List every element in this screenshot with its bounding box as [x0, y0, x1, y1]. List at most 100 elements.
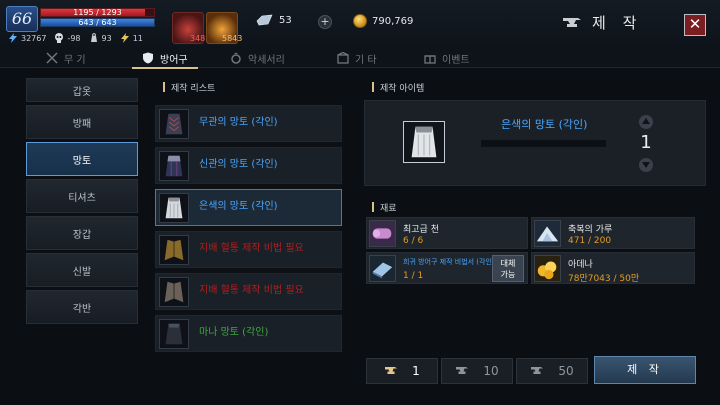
craft-item-bar [481, 140, 606, 147]
tab-armor-label: 방어구 [160, 54, 188, 66]
craft-item-header: 제작 아이템 [372, 78, 424, 96]
red-potion-count: 348 [190, 34, 206, 43]
orange-potion-count: 5843 [222, 34, 243, 43]
crystal-value: 53 [279, 14, 292, 26]
mp-bar: 643 / 643 [40, 18, 155, 27]
materials-title: 재료 [380, 203, 397, 214]
hp-text: 1195 / 1293 [73, 8, 122, 17]
category-shield[interactable]: 방패 [26, 105, 138, 139]
craft-item-title: 제작 아이템 [380, 83, 425, 94]
category-shield-label: 방패 [72, 118, 92, 130]
craft-button[interactable]: 제 작 [594, 356, 696, 384]
stat-weight: 93 [89, 33, 112, 43]
add-currency-button[interactable]: + [318, 15, 332, 29]
quantity-50-label: 50 [558, 364, 574, 378]
category-boots-label: 신발 [72, 266, 92, 278]
stat-karma-value: -98 [67, 33, 81, 43]
lightning-icon [9, 33, 17, 43]
recipe-name: 지배 혈통 제작 비법 필요 [199, 285, 304, 296]
category-tshirt[interactable]: 티셔츠 [26, 179, 138, 213]
recipe-name: 신관의 망토 (각인) [199, 159, 278, 170]
tab-etc[interactable]: 기 타 [337, 48, 377, 68]
material-item[interactable]: 축복의 가루 471 / 200 [531, 217, 695, 249]
category-armor[interactable]: 갑옷 [26, 78, 138, 102]
material-name: 축복의 가루 [568, 225, 613, 235]
stat-power: 11 [120, 33, 143, 43]
shield-icon [143, 52, 153, 64]
category-cloak-label: 망토 [72, 155, 92, 167]
cloak-icon [159, 109, 189, 139]
recipe-name: 무관의 망토 (각인) [199, 117, 278, 128]
hp-bar: 1195 / 1293 [40, 8, 155, 17]
top-status-bar: 66 1195 / 1293 643 / 643 32767 -98 93 11… [0, 0, 720, 48]
tab-armor[interactable]: 방어구 [132, 48, 198, 69]
mp-text: 643 / 643 [78, 18, 117, 27]
recipe-book-icon [369, 255, 396, 282]
material-count: 78만7043 / 50만 [568, 274, 640, 284]
material-count: 1 / 1 [403, 271, 424, 281]
recipe-item[interactable]: 지배 혈통 제작 비법 필요 [155, 273, 342, 310]
weight-icon [90, 33, 97, 42]
cloak-icon [159, 277, 189, 307]
quantity-value: 1 [640, 132, 652, 153]
stat-karma: -98 [54, 33, 81, 43]
page-title: 제 작 [592, 14, 643, 32]
tab-event[interactable]: 이벤트 [424, 48, 470, 68]
anvil-icon [563, 17, 581, 27]
quantity-decrease-button[interactable] [639, 158, 653, 172]
quantity-10-button[interactable]: 10 [441, 358, 513, 384]
category-cloak[interactable]: 망토 [26, 142, 138, 176]
cloak-icon[interactable] [403, 121, 445, 163]
cloak-icon [159, 235, 189, 265]
category-leggings[interactable]: 각반 [26, 290, 138, 324]
substitute-button[interactable]: 대체 가능 [492, 255, 524, 282]
craft-item-name: 은색의 망토 (각인) [501, 118, 588, 131]
tab-bar: 무 기 방어구 악세서리 기 타 이벤트 [0, 48, 720, 69]
quantity-50-button[interactable]: 50 [516, 358, 588, 384]
material-item[interactable]: 아데나 78만7043 / 50만 [531, 252, 695, 284]
material-item[interactable]: 희귀 방어구 제작 비법서 (각인) 1 / 1 대체 가능 [366, 252, 528, 284]
tab-weapons[interactable]: 무 기 [46, 48, 86, 68]
category-gloves[interactable]: 장갑 [26, 216, 138, 250]
category-boots[interactable]: 신발 [26, 253, 138, 287]
recipe-item[interactable]: 지배 혈통 제작 비법 필요 [155, 231, 342, 268]
gold-value: 790,769 [372, 15, 414, 27]
craft-item-panel: 은색의 망토 (각인) 1 [364, 100, 706, 186]
recipe-list-header: 제작 리스트 [163, 78, 215, 96]
category-gloves-label: 장갑 [72, 229, 92, 241]
close-button[interactable]: ✕ [684, 14, 706, 36]
recipe-name: 마나 망토 (각인) [199, 327, 269, 338]
materials-header: 재료 [372, 198, 397, 216]
cloth-icon [369, 220, 396, 247]
anvil-icon [456, 367, 469, 374]
recipe-list: 무관의 망토 (각인) 신관의 망토 (각인) 은색의 망토 (각인) 지배 혈… [155, 105, 342, 352]
quantity-10-label: 10 [483, 364, 499, 378]
recipe-item[interactable]: 마나 망토 (각인) [155, 315, 342, 352]
quantity-1-label: 1 [412, 364, 420, 378]
material-name: 희귀 방어구 제작 비법서 (각인) [403, 258, 495, 266]
gift-icon [424, 55, 436, 64]
recipe-item[interactable]: 은색의 망토 (각인) [155, 189, 342, 226]
material-item[interactable]: 최고급 천 6 / 6 [366, 217, 528, 249]
cloak-icon [159, 319, 189, 349]
category-armor-label: 갑옷 [72, 86, 92, 98]
swords-icon [46, 52, 58, 64]
tab-accessory[interactable]: 악세서리 [230, 48, 285, 68]
cloak-icon [159, 193, 189, 223]
quantity-1-button[interactable]: 1 [366, 358, 438, 384]
skull-icon [55, 33, 64, 43]
tab-accessory-label: 악세서리 [248, 54, 285, 66]
recipe-item[interactable]: 신관의 망토 (각인) [155, 147, 342, 184]
page-title-wrap: 제 작 [562, 12, 642, 33]
crystal-icon [256, 14, 273, 26]
stat-weight-value: 93 [101, 33, 112, 43]
recipe-name: 지배 혈통 제작 비법 필요 [199, 243, 304, 254]
anvil-icon [531, 367, 544, 374]
crystal-currency: 53 [256, 14, 292, 26]
quantity-increase-button[interactable] [639, 115, 653, 129]
recipe-name: 은색의 망토 (각인) [199, 201, 278, 212]
material-name: 최고급 천 [403, 225, 439, 235]
recipe-item[interactable]: 무관의 망토 (각인) [155, 105, 342, 142]
category-menu: 갑옷 방패 망토 티셔츠 장갑 신발 각반 [26, 78, 138, 327]
box-icon [337, 52, 349, 64]
